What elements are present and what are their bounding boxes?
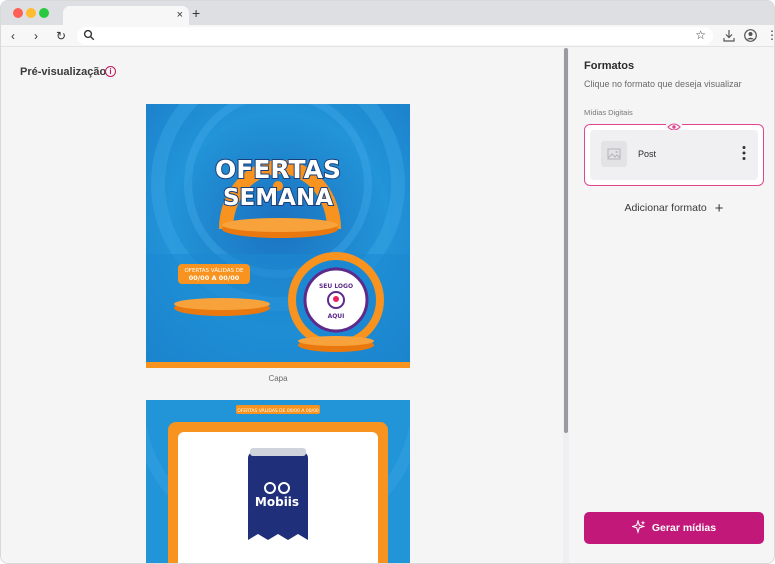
image-placeholder-icon [601, 141, 627, 167]
format-item-post[interactable]: Post [590, 130, 758, 180]
digital-media-group-label: Mídias Digitais [584, 108, 633, 117]
minimize-window-button[interactable] [26, 8, 36, 18]
product-brand-text: Mobiis [255, 495, 299, 509]
maximize-window-button[interactable] [39, 8, 49, 18]
sparkle-icon [631, 520, 646, 534]
add-format-label: Adicionar formato [624, 202, 707, 214]
plus-icon: + [714, 200, 724, 217]
close-window-button[interactable] [13, 8, 23, 18]
download-icon[interactable] [723, 29, 735, 42]
formats-subtitle: Clique no formato que deseja visualizar [584, 79, 742, 89]
browser-window: × + ‹ › ↻ ☆ ⋮ Pré-visualização [0, 0, 775, 564]
more-options-icon[interactable] [742, 145, 746, 161]
formats-panel: Formatos Clique no formato que deseja vi… [569, 48, 774, 563]
logo-placeholder-line1: SEU LOGO [319, 283, 353, 290]
preview-area: Pré-visualização i OFERTAS SEMANA OFERTA… [1, 48, 563, 563]
cover-headline-top: OFERTAS [215, 155, 341, 184]
format-name: Post [638, 149, 657, 159]
cover-validity-line2: 00/00 A 00/00 [189, 274, 240, 282]
product-banner-text: OFERTAS VÁLIDAS DE 00/00 A 00/00 [237, 407, 319, 414]
formats-title: Formatos [584, 60, 635, 72]
new-tab-button[interactable]: + [192, 6, 200, 21]
generate-media-button[interactable]: Gerar mídias [584, 512, 764, 544]
reload-button[interactable]: ↻ [56, 28, 66, 44]
info-icon[interactable]: i [105, 66, 116, 77]
scrollbar-thumb[interactable] [564, 48, 568, 433]
add-format-button[interactable]: Adicionar formato + [584, 200, 764, 217]
address-bar[interactable]: ☆ [77, 27, 713, 45]
cover-validity-line1: OFERTAS VÁLIDAS DE [184, 267, 244, 274]
browser-menu-icon[interactable]: ⋮ [766, 28, 774, 42]
product-artwork: OFERTAS VÁLIDAS DE 00/00 A 00/00 Mobiis [146, 400, 410, 563]
preview-title: Pré-visualização [20, 66, 107, 78]
bookmark-star-icon[interactable]: ☆ [695, 28, 706, 42]
cover-caption: Capa [268, 374, 288, 383]
profile-icon[interactable] [744, 29, 757, 42]
cover-preview-image[interactable]: OFERTAS SEMANA OFERTAS VÁLIDAS DE 00/00 … [146, 104, 410, 368]
generate-media-label: Gerar mídias [651, 522, 717, 534]
product-preview-image[interactable]: OFERTAS VÁLIDAS DE 00/00 A 00/00 Mobiis [146, 400, 410, 563]
format-group-selected: Post [584, 119, 764, 186]
cover-artwork: OFERTAS SEMANA OFERTAS VÁLIDAS DE 00/00 … [146, 104, 410, 368]
browser-toolbar: ‹ › ↻ ☆ ⋮ [1, 25, 774, 47]
tab-close-icon[interactable]: × [177, 8, 183, 22]
browser-tab[interactable]: × [63, 6, 189, 25]
tab-bar: × + [1, 1, 774, 25]
eye-icon-wrapper [666, 119, 682, 131]
cover-headline-bottom: SEMANA [223, 185, 333, 211]
back-button[interactable]: ‹ [11, 28, 15, 44]
search-icon [83, 29, 95, 41]
forward-button[interactable]: › [34, 28, 38, 44]
logo-placeholder-line2: AQUI [328, 313, 345, 320]
